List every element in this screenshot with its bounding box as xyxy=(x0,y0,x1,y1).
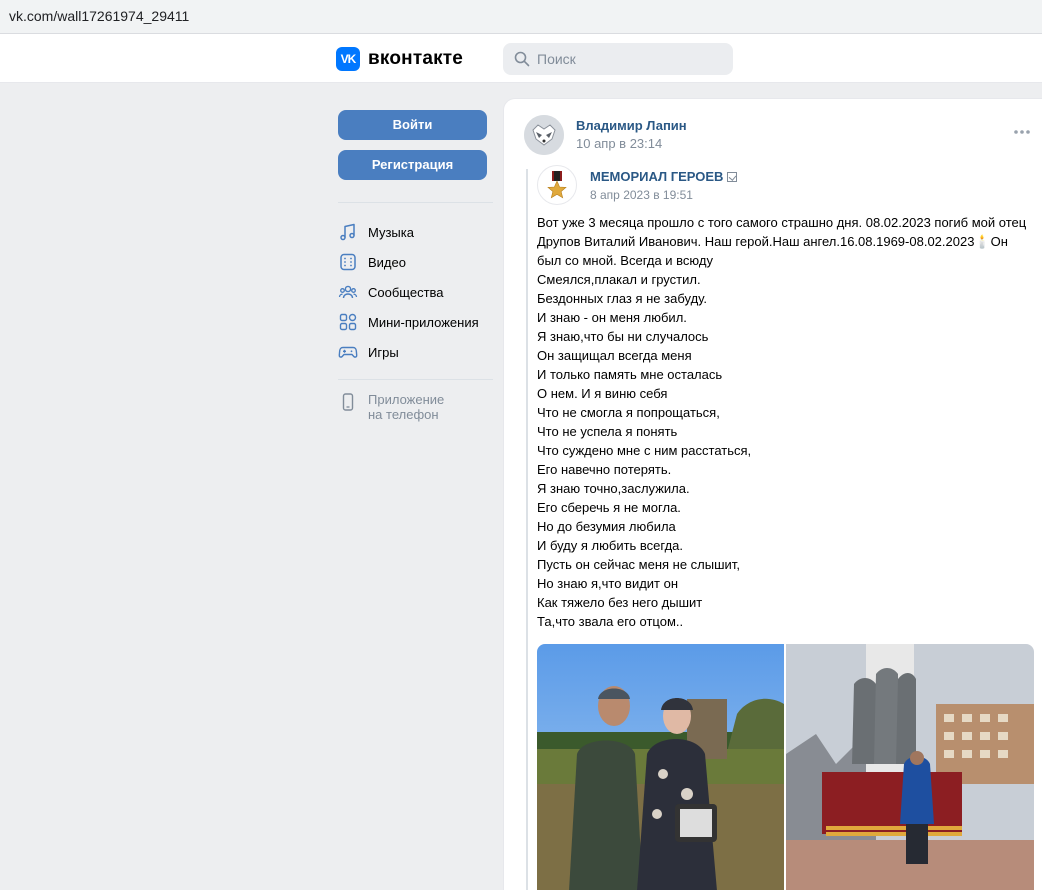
post-text-line: И буду я любить всегда. xyxy=(537,538,683,553)
login-button[interactable]: Войти xyxy=(338,110,487,140)
post-text-line: Что суждено мне с ним расстаться, xyxy=(537,443,752,458)
post-text: Вот уже 3 месяца прошло с того самого ст… xyxy=(537,213,1042,631)
url-text[interactable]: vk.com/wall17261974_29411 xyxy=(9,8,189,24)
post-photo-2[interactable] xyxy=(786,644,1034,890)
post-text-line: Друпов Виталий Иванович. Наш герой.Наш а… xyxy=(537,234,1008,249)
repost-indicator-line xyxy=(526,169,528,890)
communities-icon xyxy=(338,282,358,302)
vk-logo[interactable]: VK вконтакте xyxy=(336,47,463,71)
author-avatar[interactable] xyxy=(524,115,564,155)
hero-star-medal-icon xyxy=(547,171,567,199)
music-icon xyxy=(338,222,358,242)
video-icon xyxy=(338,252,358,272)
mobile-app-label-line2: на телефон xyxy=(368,407,439,422)
post-author-name[interactable]: Владимир Лапин xyxy=(576,118,687,133)
sidebar-item-music[interactable]: Музыка xyxy=(338,217,493,247)
sidebar-item-video[interactable]: Видео xyxy=(338,247,493,277)
mobile-app-label-line1: Приложение xyxy=(368,392,445,407)
repost-source-avatar[interactable] xyxy=(537,165,577,205)
sidebar-divider xyxy=(338,379,493,380)
post-text-line: Но до безумия любила xyxy=(537,519,676,534)
post-photo-1[interactable] xyxy=(537,644,784,890)
games-icon xyxy=(338,342,358,362)
post-text-line: Вот уже 3 месяца прошло с того самого ст… xyxy=(537,215,1027,230)
repost-source-name[interactable]: МЕМОРИАЛ ГЕРОЕВ xyxy=(590,169,738,184)
search-input[interactable] xyxy=(537,51,717,67)
sidebar-item-mobile-app[interactable]: Приложение на телефон xyxy=(338,392,493,422)
sidebar-item-label: Сообщества xyxy=(368,284,444,300)
top-header: VK вконтакте xyxy=(0,34,1042,83)
verified-icon xyxy=(727,172,738,182)
post-text-line: Он защищал всегда меня xyxy=(537,348,692,363)
sidebar-item-communities[interactable]: Сообщества xyxy=(338,277,493,307)
phone-icon xyxy=(338,392,358,412)
post-text-line: был со мной. Всегда и всюду xyxy=(537,253,713,268)
photo-image xyxy=(786,644,1034,890)
post-text-line: И знаю - он меня любил. xyxy=(537,310,687,325)
sidebar-item-games[interactable]: Игры xyxy=(338,337,493,367)
vk-logo-icon: VK xyxy=(336,47,360,71)
sidebar-divider xyxy=(338,202,493,203)
sidebar-item-label: Музыка xyxy=(368,224,414,240)
browser-address-bar[interactable]: vk.com/wall17261974_29411 xyxy=(0,0,1042,34)
raccoon-avatar-icon xyxy=(524,115,564,155)
sidebar-item-label: Мини-приложения xyxy=(368,314,479,330)
post-text-line: Я знаю точно,заслужила. xyxy=(537,481,690,496)
photo-image xyxy=(537,644,784,890)
post-text-line: Я знаю,что бы ни случалось xyxy=(537,329,709,344)
repost-source-name-text: МЕМОРИАЛ ГЕРОЕВ xyxy=(590,169,724,184)
mini-apps-icon xyxy=(338,312,358,332)
left-sidebar: Войти Регистрация Музыка Видео Сообществ… xyxy=(338,110,493,422)
more-options-icon[interactable] xyxy=(1012,127,1032,137)
post-text-line: Бездонных глаз я не забуду. xyxy=(537,291,707,306)
post-text-line: Его навечно потерять. xyxy=(537,462,672,477)
post-text-line: И только память мне осталась xyxy=(537,367,723,382)
post-text-line: Что не смогла я попрощаться, xyxy=(537,405,720,420)
post-text-line: Но знаю я,что видит он xyxy=(537,576,679,591)
sidebar-item-label: Игры xyxy=(368,344,399,360)
sidebar-item-label: Видео xyxy=(368,254,406,270)
post-text-line: Что не успела я понять xyxy=(537,424,678,439)
repost-date[interactable]: 8 апр 2023 в 19:51 xyxy=(590,188,693,202)
post-text-line: Его сберечь я не могла. xyxy=(537,500,681,515)
post-text-line: Пусть он сейчас меня не слышит, xyxy=(537,557,740,572)
mobile-app-label: Приложение на телефон xyxy=(368,392,444,422)
post-text-line: О нем. И я виню себя xyxy=(537,386,668,401)
sidebar-item-mini-apps[interactable]: Мини-приложения xyxy=(338,307,493,337)
post-text-line: Та,что звала его отцом.. xyxy=(537,614,684,629)
search-icon xyxy=(514,51,530,67)
post-text-line: Смеялся,плакал и грустил. xyxy=(537,272,701,287)
post-date[interactable]: 10 апр в 23:14 xyxy=(576,136,662,151)
post-text-line: Как тяжело без него дышит xyxy=(537,595,703,610)
logo-text: вконтакте xyxy=(368,48,464,69)
register-button[interactable]: Регистрация xyxy=(338,150,487,180)
search-box[interactable] xyxy=(503,43,733,75)
post-card: Владимир Лапин 10 апр в 23:14 МЕМОРИАЛ Г… xyxy=(503,98,1042,890)
photo-grid xyxy=(537,644,1034,890)
